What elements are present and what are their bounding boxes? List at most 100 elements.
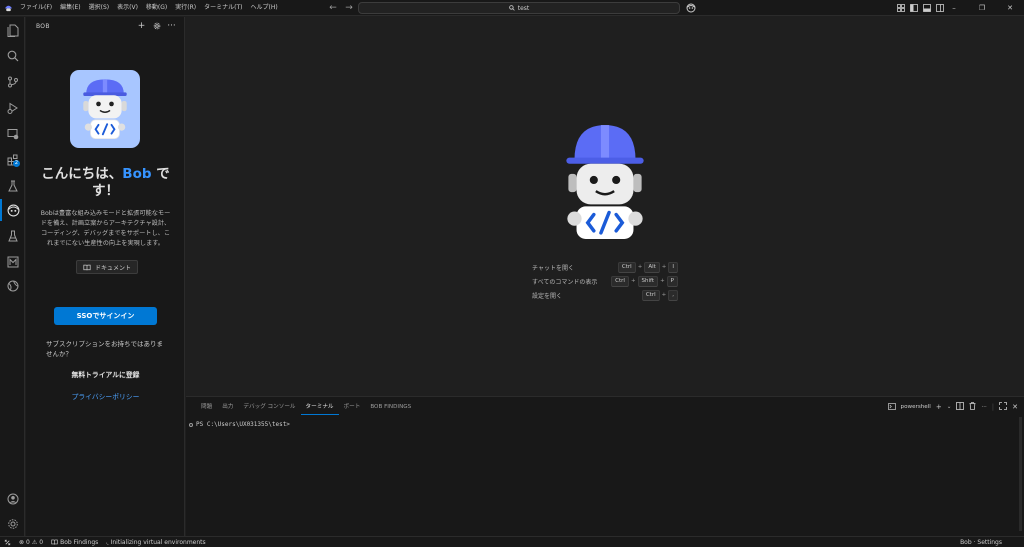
mail-m-icon[interactable] xyxy=(0,251,25,273)
bottom-panel: 問題 出力 デバッグ コンソール ターミナル ポート BOB FINDINGS … xyxy=(186,396,1024,536)
terminal-prompt: PS C:\Users\UX031355\test> xyxy=(196,421,290,428)
account-icon[interactable] xyxy=(0,488,25,510)
remote-indicator-icon[interactable] xyxy=(0,539,15,546)
keycap: Ctrl xyxy=(641,289,660,301)
search-text: test xyxy=(517,4,530,12)
privacy-policy-link[interactable]: プライバシーポリシー xyxy=(36,391,175,401)
search-view-icon[interactable] xyxy=(0,45,25,67)
activity-bar: 2 xyxy=(0,17,25,536)
customize-layout-icon[interactable] xyxy=(896,2,905,14)
forward-arrow-icon[interactable]: → xyxy=(344,2,354,14)
bob-icon[interactable] xyxy=(0,199,25,221)
extensions-badge: 2 xyxy=(13,160,20,167)
menu-selection[interactable]: 選択(S) xyxy=(85,0,114,16)
no-subscription-text: サブスクリプションをお持ちではありませんか？ xyxy=(46,340,163,358)
documentation-button[interactable]: ドキュメント xyxy=(76,260,138,274)
keycap: P xyxy=(666,275,678,287)
terminal-profile-label[interactable]: powershell xyxy=(901,404,931,410)
book-icon xyxy=(51,539,58,545)
remote-explorer-icon[interactable] xyxy=(0,123,25,145)
sidebar-settings-gear-icon[interactable] xyxy=(152,22,161,31)
sidebar-title: BOB xyxy=(36,22,50,30)
new-terminal-plus-icon[interactable]: + xyxy=(936,403,942,411)
shortcut-row: 設定を開く Ctrl + , xyxy=(532,288,678,302)
initializing-status: ◟ Initializing virtual environments xyxy=(102,539,209,546)
greeting-prefix: こんにちは、 xyxy=(41,166,123,182)
toggle-panel-icon[interactable] xyxy=(922,2,931,14)
explorer-icon[interactable] xyxy=(0,19,25,41)
bob-description: Bobは豊富な組み込みモードと拡張可能なモードを備え、計画立案からアーキテクチャ… xyxy=(40,210,171,247)
documentation-label: ドキュメント xyxy=(94,264,131,272)
tab-bob-findings[interactable]: BOB FINDINGS xyxy=(365,401,416,415)
shortcut-keys: Ctrl + Alt + I xyxy=(617,261,678,273)
shortcut-hints: チャットを開く Ctrl + Alt + I すべてのコマンドの表示 Ctrl + S… xyxy=(532,260,678,302)
loading-spinner-icon: ◟ xyxy=(106,538,109,546)
bob-settings-status[interactable]: Bob · Settings xyxy=(956,539,1006,546)
split-terminal-icon[interactable] xyxy=(956,402,965,412)
run-debug-icon[interactable] xyxy=(0,97,25,119)
bob-findings-status[interactable]: Bob Findings xyxy=(47,539,102,546)
settings-gear-icon[interactable] xyxy=(0,513,25,535)
menu-view[interactable]: 表示(V) xyxy=(113,0,142,16)
back-arrow-icon[interactable]: ← xyxy=(328,2,338,14)
shortcut-row: チャットを開く Ctrl + Alt + I xyxy=(532,260,678,274)
tab-terminal[interactable]: ターミナル xyxy=(300,401,339,415)
testing-flask-icon[interactable] xyxy=(0,175,25,197)
tab-problems[interactable]: 問題 xyxy=(196,401,217,415)
shortcut-label: チャットを開く xyxy=(532,264,574,272)
globe-icon[interactable] xyxy=(0,275,25,297)
shortcut-keys: Ctrl + , xyxy=(641,289,678,301)
terminal-prompt-line[interactable]: PS C:\Users\UX031355\test> xyxy=(189,421,290,428)
menu-bar: ファイル(F) 編集(E) 選択(S) 表示(V) 移動(G) 実行(R) ター… xyxy=(16,0,282,16)
bob-watermark-image xyxy=(564,121,646,243)
tab-ports[interactable]: ポート xyxy=(339,401,366,415)
terminal-scrollbar[interactable] xyxy=(1019,417,1022,531)
close-icon[interactable]: ✕ xyxy=(996,0,1024,16)
close-panel-icon[interactable]: ✕ xyxy=(1012,403,1018,411)
shortcut-label: 設定を開く xyxy=(532,292,563,300)
tab-debug-console[interactable]: デバッグ コンソール xyxy=(238,401,300,415)
sso-signin-button[interactable]: SSOでサインイン xyxy=(54,307,157,325)
panel-divider: | xyxy=(991,403,995,411)
menu-terminal[interactable]: ターミナル(T) xyxy=(200,0,246,16)
app-logo-icon xyxy=(0,0,16,16)
new-chat-plus-icon[interactable]: + xyxy=(137,21,146,31)
source-control-icon[interactable] xyxy=(0,71,25,93)
initializing-label: Initializing virtual environments xyxy=(110,538,206,546)
error-icon: ⊗ xyxy=(19,538,25,546)
bob-chat-icon[interactable] xyxy=(685,2,697,14)
panel-more-icon[interactable]: ··· xyxy=(981,404,986,410)
bob-findings-label: Bob Findings xyxy=(60,538,99,546)
shortcut-keys: Ctrl + Shift + P xyxy=(611,275,678,287)
keycap: Alt xyxy=(644,261,660,273)
command-center-search[interactable]: test xyxy=(358,2,680,14)
layout-controls xyxy=(896,2,944,14)
command-decoration-icon xyxy=(189,422,193,427)
keycap: Ctrl xyxy=(611,275,629,287)
menu-help[interactable]: ヘルプ(H) xyxy=(246,0,281,16)
warning-count: 0 xyxy=(39,538,44,546)
keycap: , xyxy=(668,289,678,301)
toggle-primary-sidebar-icon[interactable] xyxy=(909,2,918,14)
greeting-heading: こんにちは、Bob です！ xyxy=(36,166,175,200)
menu-edit[interactable]: 編集(E) xyxy=(56,0,84,16)
maximize-panel-icon[interactable] xyxy=(999,402,1008,412)
more-actions-icon[interactable]: ··· xyxy=(167,21,176,31)
menu-file[interactable]: ファイル(F) xyxy=(16,0,56,16)
sidebar-actions: + ··· xyxy=(137,21,176,31)
status-bar: ⊗ 0 ⚠ 0 Bob Findings ◟ Initializing virt… xyxy=(0,536,1024,547)
kill-terminal-trash-icon[interactable] xyxy=(969,402,976,412)
menu-go[interactable]: 移動(G) xyxy=(142,0,171,16)
minimize-icon[interactable]: – xyxy=(940,0,968,16)
terminal-dropdown-chevron-icon[interactable]: ⌄ xyxy=(947,404,952,410)
problems-status[interactable]: ⊗ 0 ⚠ 0 xyxy=(15,539,47,546)
tab-output[interactable]: 出力 xyxy=(217,401,238,415)
free-trial-link[interactable]: 無料トライアルに登録 xyxy=(36,369,175,379)
menu-run[interactable]: 実行(R) xyxy=(171,0,200,16)
lab-beaker-icon[interactable] xyxy=(0,225,25,247)
extensions-icon[interactable]: 2 xyxy=(0,149,25,171)
restore-icon[interactable]: ❐ xyxy=(968,0,996,16)
title-bar: ファイル(F) 編集(E) 選択(S) 表示(V) 移動(G) 実行(R) ター… xyxy=(0,0,1024,16)
editor-area: チャットを開く Ctrl + Alt + I すべてのコマンドの表示 Ctrl + S… xyxy=(186,17,1024,396)
error-count: 0 xyxy=(26,538,30,546)
